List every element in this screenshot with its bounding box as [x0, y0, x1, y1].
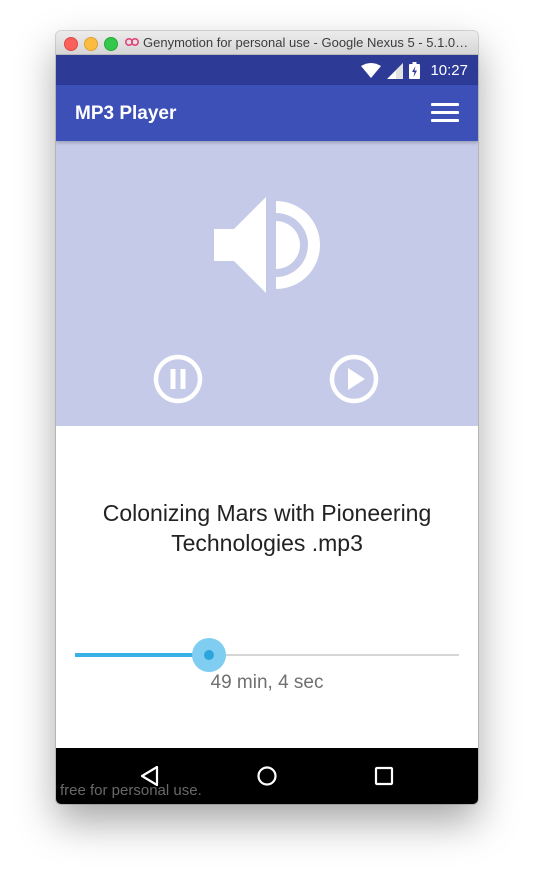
speaker-volume-icon: [214, 197, 320, 293]
seek-bar-progress: [75, 653, 209, 657]
track-title: Colonizing Mars with Pioneering Technolo…: [102, 500, 432, 556]
elapsed-time: 49 min, 4 sec: [210, 672, 324, 693]
wifi-icon: [361, 62, 382, 78]
app-title: MP3 Player: [75, 103, 177, 124]
genymotion-logo-icon: [125, 38, 139, 46]
close-window-button[interactable]: [64, 37, 78, 51]
app-toolbar: MP3 Player: [56, 85, 478, 141]
track-info-panel: Colonizing Mars with Pioneering Technolo…: [56, 426, 478, 748]
cell-signal-icon: [387, 62, 404, 79]
android-status-bar: 10:27: [56, 55, 478, 85]
android-nav-bar: free for personal use.: [56, 748, 478, 804]
home-circle-icon[interactable]: [255, 764, 279, 788]
battery-charging-icon: [409, 62, 421, 79]
emulator-window: Genymotion for personal use - Google Nex…: [56, 31, 478, 804]
window-title: Genymotion for personal use - Google Nex…: [143, 35, 469, 50]
seek-bar[interactable]: [75, 637, 459, 673]
watermark-text: free for personal use.: [60, 782, 202, 799]
seek-bar-thumb[interactable]: [204, 650, 214, 660]
player-artwork-area: [56, 141, 478, 426]
back-triangle-icon[interactable]: [138, 764, 162, 788]
status-time: 10:27: [430, 62, 468, 79]
window-titlebar: Genymotion for personal use - Google Nex…: [56, 31, 478, 55]
play-circle-icon[interactable]: [328, 353, 380, 405]
maximize-window-button[interactable]: [104, 37, 118, 51]
minimize-window-button[interactable]: [84, 37, 98, 51]
recent-apps-square-icon[interactable]: [372, 764, 396, 788]
hamburger-menu-icon[interactable]: [431, 103, 459, 123]
pause-circle-icon[interactable]: [152, 353, 204, 405]
